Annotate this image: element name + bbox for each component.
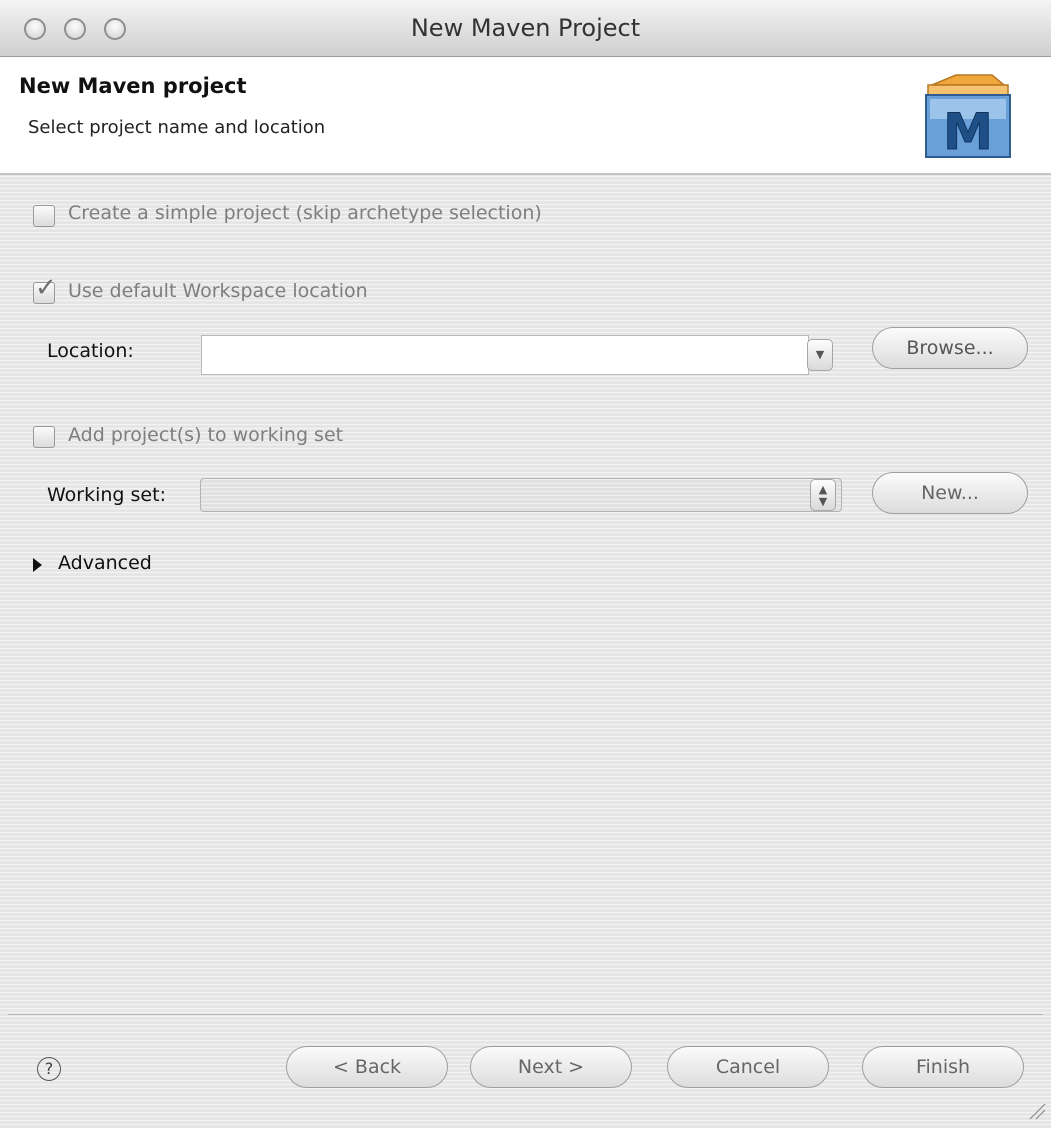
default-location-label: Use default Workspace location — [68, 280, 368, 302]
maven-folder-icon: M — [925, 74, 1011, 161]
wizard-header: New Maven project Select project name an… — [0, 57, 1051, 175]
updown-arrows-icon: ▲ ▼ — [818, 483, 828, 508]
default-location-checkbox[interactable]: ✓ — [33, 275, 57, 304]
page-title: New Maven project — [19, 74, 247, 98]
advanced-section-toggle[interactable]: Advanced — [58, 552, 152, 574]
browse-button[interactable]: Browse... — [872, 327, 1028, 369]
working-set-label: Working set: — [47, 484, 166, 506]
new-working-set-button[interactable]: New... — [872, 472, 1028, 514]
working-set-combo[interactable] — [200, 478, 842, 512]
location-input[interactable] — [201, 335, 809, 375]
checkmark-icon: ✓ — [35, 273, 57, 303]
working-set-stepper[interactable]: ▲ ▼ — [810, 479, 836, 511]
new-maven-project-dialog: New Maven Project New Maven project Sele… — [0, 0, 1051, 1128]
footer-separator — [8, 1014, 1043, 1015]
simple-project-label: Create a simple project (skip archetype … — [68, 202, 542, 224]
page-subtitle: Select project name and location — [28, 117, 326, 138]
cancel-button[interactable]: Cancel — [667, 1046, 829, 1088]
disclosure-triangle-icon[interactable] — [33, 558, 42, 572]
chevron-down-icon: ▼ — [815, 348, 825, 361]
location-label: Location: — [47, 340, 134, 362]
working-set-toggle-label: Add project(s) to working set — [68, 424, 344, 446]
resize-grip-icon[interactable] — [1026, 1100, 1046, 1120]
next-button[interactable]: Next > — [470, 1046, 632, 1088]
title-bar[interactable]: New Maven Project — [0, 0, 1051, 57]
finish-button[interactable]: Finish — [862, 1046, 1024, 1088]
back-button[interactable]: < Back — [286, 1046, 448, 1088]
help-icon[interactable]: ? — [37, 1057, 61, 1081]
window-title: New Maven Project — [410, 14, 641, 42]
simple-project-checkbox[interactable] — [33, 205, 55, 227]
location-dropdown-button[interactable]: ▼ — [807, 339, 833, 371]
working-set-checkbox[interactable] — [33, 426, 55, 448]
logo-letter: M — [943, 103, 993, 161]
